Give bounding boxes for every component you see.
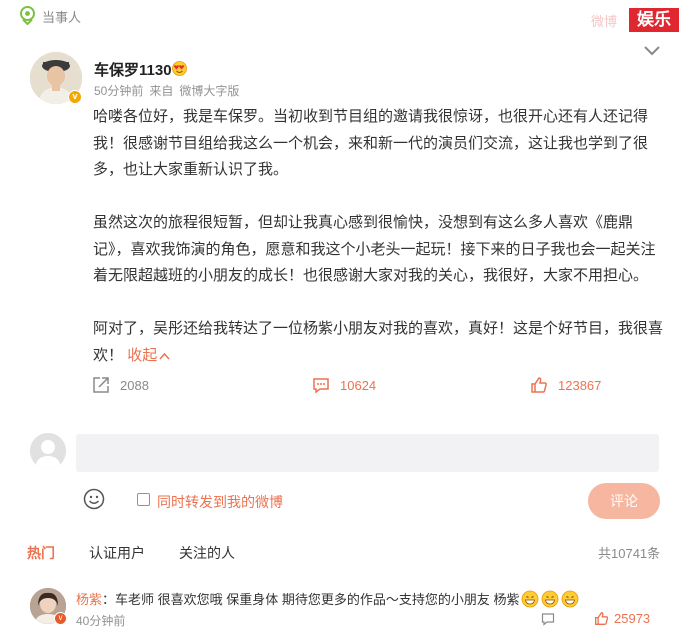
chevron-down-icon[interactable] bbox=[643, 44, 661, 58]
collapse-link[interactable]: 收起 bbox=[127, 347, 170, 364]
share-icon bbox=[93, 377, 109, 393]
reply-text: ：车老师 很喜欢您哦 保重身体 期待您更多的作品～支持您的小朋友 杨紫 bbox=[102, 592, 520, 607]
source-prefix: 来自 bbox=[149, 84, 174, 98]
verified-badge-icon: v bbox=[68, 90, 82, 104]
chevron-up-icon bbox=[159, 352, 170, 360]
reply-like-count: 25973 bbox=[614, 611, 651, 626]
location-pin-icon bbox=[20, 6, 35, 25]
post-source[interactable]: 微博大字版 bbox=[179, 84, 239, 98]
post-time: 50分钟前 bbox=[94, 84, 144, 98]
verified-badge-icon: v bbox=[54, 612, 67, 625]
repost-checkbox[interactable] bbox=[137, 493, 150, 506]
comment-button[interactable]: 10624 bbox=[312, 376, 376, 394]
submit-comment-button[interactable]: 评论 bbox=[588, 483, 660, 519]
thumbs-up-icon bbox=[531, 377, 547, 393]
reply-time: 40分钟前 bbox=[76, 614, 126, 628]
author-name[interactable]: 车保罗1130 bbox=[94, 59, 172, 80]
reply-like-button[interactable]: 25973 bbox=[594, 611, 650, 626]
tab-hot[interactable]: 热门 bbox=[27, 543, 55, 563]
grin-emoji-icon bbox=[542, 590, 559, 608]
heart-eyes-badge-icon bbox=[172, 61, 187, 76]
comment-tabs: 热门 认证用户 关注的人 共10741条 bbox=[0, 543, 690, 563]
comment-count: 10624 bbox=[340, 377, 377, 393]
comment-total: 共10741条 bbox=[598, 546, 661, 561]
channel-watermark: 微博 bbox=[591, 14, 618, 29]
like-count: 123867 bbox=[558, 377, 602, 393]
post-body: 哈喽各位好，我是车保罗。当初收到节目组的邀请我很惊讶，也很开心还有人还记得我！很… bbox=[93, 104, 663, 396]
reply-content: 杨紫：车老师 很喜欢您哦 保重身体 期待您更多的作品～支持您的小朋友 杨紫 bbox=[76, 589, 579, 608]
post-paragraph: 哈喽各位好，我是车保罗。当初收到节目组的邀请我很惊讶，也很开心还有人还记得我！很… bbox=[93, 108, 649, 178]
thumbs-up-icon bbox=[595, 611, 609, 625]
like-button[interactable]: 123867 bbox=[530, 376, 601, 394]
post-actions: 2088 10624 123867 bbox=[0, 376, 690, 400]
comment-input[interactable] bbox=[76, 434, 659, 472]
repost-button[interactable]: 2088 bbox=[92, 376, 149, 394]
comment-icon bbox=[313, 378, 329, 394]
topic-label[interactable]: 当事人 bbox=[42, 7, 81, 26]
channel-badge: 娱乐 bbox=[629, 8, 679, 32]
emoji-picker-icon[interactable] bbox=[83, 488, 105, 510]
repost-checkbox-label[interactable]: 同时转发到我的微博 bbox=[157, 492, 283, 512]
grin-emoji-icon bbox=[522, 590, 539, 608]
post-paragraph: 阿对了，吴彤还给我转达了一位杨紫小朋友对我的喜欢，真好！这是个好节目，我很喜欢！… bbox=[93, 316, 663, 369]
repost-count: 2088 bbox=[120, 377, 149, 393]
post-meta: 50分钟前 来自 微博大字版 bbox=[94, 82, 245, 99]
reply-user[interactable]: 杨紫 bbox=[76, 592, 102, 607]
post-paragraph: 虽然这次的旅程很短暂，但却让我真心感到很愉快，没想到有这么多人喜欢《鹿鼎记》，喜… bbox=[93, 214, 656, 284]
tab-following[interactable]: 关注的人 bbox=[179, 543, 235, 563]
my-avatar bbox=[30, 433, 66, 469]
grin-emoji-icon bbox=[562, 590, 579, 608]
tab-verified-users[interactable]: 认证用户 bbox=[89, 543, 145, 563]
reply-comment-icon[interactable] bbox=[541, 612, 555, 626]
post-paragraph-text: 阿对了，吴彤还给我转达了一位杨紫小朋友对我的喜欢，真好！这是个好节目，我很喜欢！ bbox=[93, 320, 664, 364]
top-bar: 当事人 微博 娱乐 bbox=[0, 0, 690, 32]
